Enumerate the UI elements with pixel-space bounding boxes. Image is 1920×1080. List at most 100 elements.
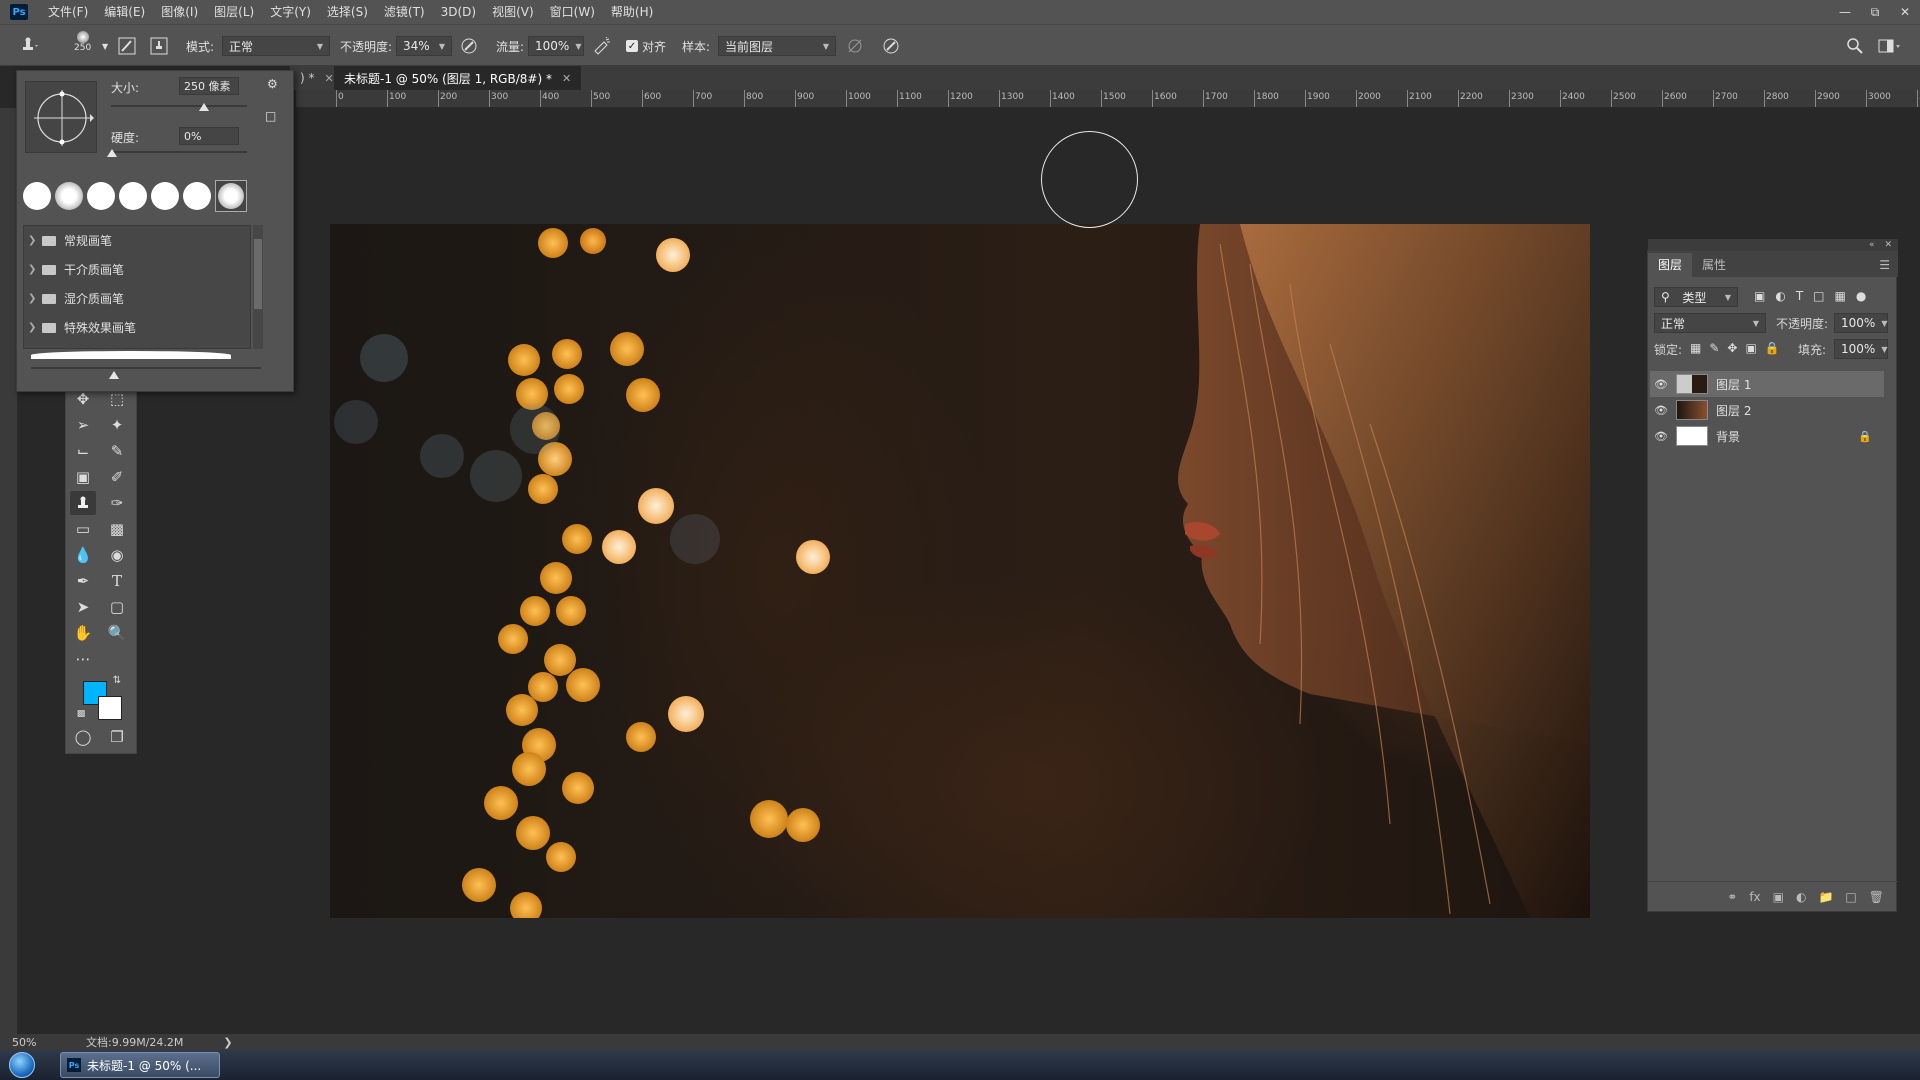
brush-tool-icon[interactable]: ✐ bbox=[104, 465, 130, 489]
shape-filter-icon[interactable]: □ bbox=[1813, 289, 1824, 303]
swap-colors-icon[interactable]: ⇅ bbox=[110, 673, 124, 687]
smart-object-filter-icon[interactable]: ▦ bbox=[1835, 289, 1846, 303]
close-icon[interactable]: ✕ bbox=[562, 72, 571, 85]
brush-group-special-effects[interactable]: ❯ 特殊效果画笔 bbox=[24, 313, 250, 342]
pressure-size-icon[interactable] bbox=[882, 36, 900, 56]
menu-help[interactable]: 帮助(H) bbox=[603, 0, 661, 24]
hardness-slider-thumb[interactable] bbox=[107, 149, 117, 157]
horizontal-ruler[interactable]: 0 100 200 300 400 500 600 700 800 900 1000 1100 1200… bbox=[296, 90, 1920, 108]
status-menu-arrow-icon[interactable]: ❯ bbox=[223, 1036, 232, 1049]
close-panel-icon[interactable]: ✕ bbox=[1884, 240, 1892, 250]
brush-group-dry-media[interactable]: ❯ 干介质画笔 bbox=[24, 255, 250, 284]
brush-tip-hard-round[interactable] bbox=[119, 182, 147, 210]
size-slider-thumb[interactable] bbox=[199, 103, 209, 111]
brush-group-general[interactable]: ❯ 常规画笔 bbox=[24, 226, 250, 255]
brush-tip-hard-round[interactable] bbox=[151, 182, 179, 210]
clone-stamp-preset-icon[interactable] bbox=[18, 36, 40, 56]
more-tools-icon[interactable]: ⋯ bbox=[70, 647, 96, 671]
opacity-pressure-icon[interactable] bbox=[460, 36, 478, 56]
new-preset-icon[interactable]: □ bbox=[265, 109, 276, 123]
spot-healing-tool-icon[interactable]: ▣ bbox=[70, 465, 96, 489]
link-layers-icon[interactable]: ⚭ bbox=[1727, 890, 1737, 904]
layer-row-layer-2[interactable]: 👁 图层 2 bbox=[1650, 397, 1884, 423]
layer-filter-dropdown[interactable]: ⚲ 类型 ▼ bbox=[1654, 287, 1738, 307]
blend-mode-dropdown[interactable]: 正常 ▼ bbox=[1654, 313, 1766, 333]
brush-picker-caret-icon[interactable]: ▼ bbox=[102, 36, 108, 56]
hardness-slider-track[interactable] bbox=[111, 151, 247, 153]
dodge-tool-icon[interactable]: ◉ bbox=[104, 543, 130, 567]
lasso-tool-icon[interactable]: ➢ bbox=[70, 413, 96, 437]
zoom-level[interactable]: 50% bbox=[12, 1036, 78, 1049]
preview-size-slider-track[interactable] bbox=[31, 367, 261, 369]
brush-angle-preview[interactable] bbox=[25, 81, 97, 153]
rectangle-tool-icon[interactable]: ▢ bbox=[104, 595, 130, 619]
start-button[interactable] bbox=[0, 1050, 44, 1080]
brush-group-wet-media[interactable]: ❯ 湿介质画笔 bbox=[24, 284, 250, 313]
background-color-swatch[interactable] bbox=[98, 696, 122, 720]
clone-stamp-tool-icon[interactable] bbox=[70, 491, 96, 515]
menu-type[interactable]: 文字(Y) bbox=[262, 0, 319, 24]
brush-tip-hard-round[interactable] bbox=[183, 182, 211, 210]
brush-tip-hard-round[interactable] bbox=[87, 182, 115, 210]
brush-tip-selected[interactable] bbox=[215, 180, 247, 212]
brush-size-picker[interactable]: 250 bbox=[74, 31, 91, 61]
filter-toggle-icon[interactable]: ● bbox=[1856, 289, 1866, 303]
new-layer-icon[interactable]: □ bbox=[1845, 890, 1856, 904]
eyedropper-tool-icon[interactable]: ✎ bbox=[104, 439, 130, 463]
search-icon[interactable] bbox=[1846, 36, 1864, 56]
restore-icon[interactable]: ⧉ bbox=[1860, 0, 1890, 24]
close-icon[interactable]: ✕ bbox=[325, 72, 334, 85]
brush-tip-soft-round[interactable] bbox=[55, 182, 83, 210]
adjustment-filter-icon[interactable]: ◐ bbox=[1775, 289, 1785, 303]
menu-file[interactable]: 文件(F) bbox=[40, 0, 96, 24]
lock-position-icon[interactable]: ✥ bbox=[1727, 341, 1737, 355]
zoom-tool-icon[interactable]: 🔍 bbox=[104, 621, 130, 645]
history-brush-tool-icon[interactable]: ✑ bbox=[104, 491, 130, 515]
pen-tool-icon[interactable]: ✒ bbox=[70, 569, 96, 593]
gradient-tool-icon[interactable]: ▩ bbox=[104, 517, 130, 541]
brush-tip-hard-round[interactable] bbox=[23, 182, 51, 210]
new-group-icon[interactable]: 📁 bbox=[1818, 890, 1833, 904]
visibility-eye-icon[interactable]: 👁 bbox=[1650, 404, 1672, 417]
image-filter-icon[interactable]: ▣ bbox=[1754, 289, 1765, 303]
quick-mask-icon[interactable]: ◯ bbox=[70, 725, 96, 749]
blur-tool-icon[interactable]: 💧 bbox=[70, 543, 96, 567]
document-tab-active[interactable]: 未标题-1 @ 50% (图层 1, RGB/8#) * ✕ bbox=[334, 66, 582, 90]
screen-mode-icon[interactable]: ❐ bbox=[104, 725, 130, 749]
hardness-input[interactable]: 0% bbox=[179, 127, 239, 145]
menu-layer[interactable]: 图层(L) bbox=[206, 0, 262, 24]
fill-field[interactable]: 100% ▼ bbox=[1834, 339, 1888, 359]
collapse-panel-icon[interactable]: « bbox=[1869, 240, 1875, 250]
type-tool-icon[interactable]: T bbox=[104, 569, 130, 593]
menu-edit[interactable]: 编辑(E) bbox=[96, 0, 153, 24]
tab-layers[interactable]: 图层 bbox=[1648, 253, 1693, 277]
taskbar-photoshop-window[interactable]: Ps 未标题-1 @ 50% (... bbox=[60, 1052, 220, 1078]
type-filter-icon[interactable]: T bbox=[1796, 289, 1803, 303]
path-selection-tool-icon[interactable]: ➤ bbox=[70, 595, 96, 619]
hand-tool-icon[interactable]: ✋ bbox=[70, 621, 96, 645]
sample-dropdown[interactable]: 当前图层 ▼ bbox=[718, 36, 836, 56]
close-icon[interactable]: ✕ bbox=[1890, 0, 1920, 24]
magic-wand-tool-icon[interactable]: ✦ bbox=[104, 413, 130, 437]
gear-icon[interactable]: ⚙ bbox=[267, 77, 278, 91]
menu-select[interactable]: 选择(S) bbox=[319, 0, 376, 24]
minimize-icon[interactable]: — bbox=[1830, 0, 1860, 24]
menu-3d[interactable]: 3D(D) bbox=[433, 0, 484, 24]
menu-image[interactable]: 图像(I) bbox=[153, 0, 206, 24]
add-mask-icon[interactable]: ▣ bbox=[1773, 890, 1784, 904]
clone-source-panel-icon[interactable] bbox=[150, 36, 168, 56]
default-colors-icon[interactable]: ▩ bbox=[74, 707, 88, 721]
panel-menu-icon[interactable]: ☰ bbox=[1879, 253, 1890, 277]
opacity-field[interactable]: 34% ▼ bbox=[396, 36, 452, 56]
aligned-checkbox[interactable]: ✓ bbox=[626, 40, 638, 52]
menu-filter[interactable]: 滤镜(T) bbox=[376, 0, 433, 24]
menu-view[interactable]: 视图(V) bbox=[484, 0, 542, 24]
mode-dropdown[interactable]: 正常 ▼ bbox=[222, 36, 330, 56]
lock-transparent-icon[interactable]: ▦ bbox=[1690, 341, 1701, 355]
size-input[interactable]: 250 像素 bbox=[179, 77, 239, 95]
tab-properties[interactable]: 属性 bbox=[1692, 253, 1736, 277]
toggle-brush-panel-icon[interactable] bbox=[118, 36, 136, 56]
workspace-switcher-icon[interactable] bbox=[1878, 36, 1902, 56]
delete-layer-icon[interactable]: 🗑 bbox=[1869, 890, 1884, 904]
document-canvas[interactable] bbox=[330, 224, 1590, 918]
